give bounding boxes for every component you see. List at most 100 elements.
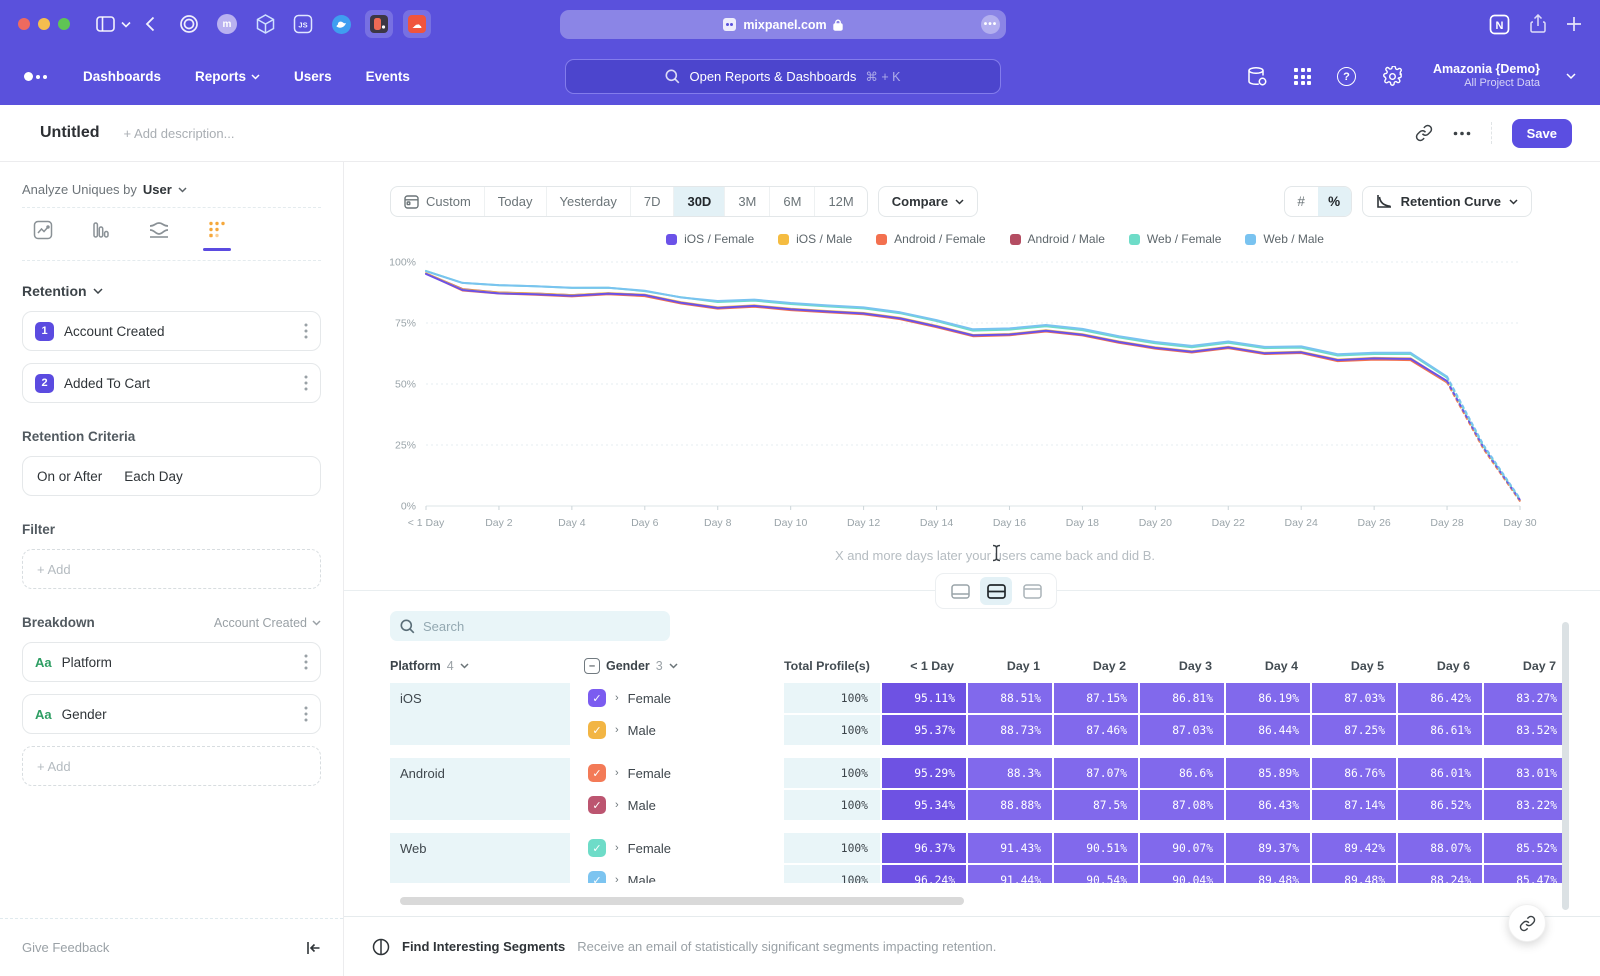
platform-cell[interactable]: Android	[390, 758, 570, 820]
retention-value-cell[interactable]: 89.48%	[1226, 865, 1310, 883]
expand-chevron-icon[interactable]: ›	[615, 692, 619, 704]
range-3m[interactable]: 3M	[724, 187, 769, 216]
back-icon[interactable]	[145, 16, 155, 32]
cloud-extension-icon[interactable]: ☁	[403, 10, 431, 38]
minimize-window-button[interactable]	[38, 18, 50, 30]
retention-value-cell[interactable]: 86.19%	[1226, 683, 1310, 713]
add-breakdown-button[interactable]: + Add	[22, 746, 321, 786]
retention-value-cell[interactable]: 90.51%	[1054, 833, 1138, 863]
legend-android-female[interactable]: Android / Female	[876, 232, 985, 246]
layout-table-only-button[interactable]	[1016, 577, 1048, 605]
kebab-menu-icon[interactable]	[304, 654, 308, 670]
legend-ios-female[interactable]: iOS / Female	[666, 232, 754, 246]
nav-users[interactable]: Users	[294, 69, 332, 84]
retention-value-cell[interactable]: 86.61%	[1398, 715, 1482, 745]
kebab-menu-icon[interactable]	[304, 323, 308, 339]
retention-value-cell[interactable]: 86.81%	[1140, 683, 1224, 713]
retention-value-cell[interactable]: 88.24%	[1398, 865, 1482, 883]
report-title[interactable]: Untitled	[40, 124, 100, 142]
retention-criteria-selector[interactable]: On or After Each Day	[22, 456, 321, 496]
help-icon[interactable]: ?	[1337, 67, 1356, 86]
retention-section-heading[interactable]: Retention	[22, 283, 87, 299]
kebab-menu-icon[interactable]	[304, 706, 308, 722]
series-checkbox[interactable]: ✓	[588, 721, 606, 739]
legend-web-male[interactable]: Web / Male	[1245, 232, 1323, 246]
legend-android-male[interactable]: Android / Male	[1010, 232, 1105, 246]
series-web-male-dash[interactable]	[1447, 377, 1520, 499]
retention-value-cell[interactable]: 87.25%	[1312, 715, 1396, 745]
column-header-total-profile-s-[interactable]: Total Profile(s)	[784, 659, 880, 673]
unit-absolute-button[interactable]: #	[1285, 187, 1318, 216]
platform-column-header[interactable]: Platform 4	[390, 659, 570, 673]
range-6m[interactable]: 6M	[769, 187, 814, 216]
range-yesterday[interactable]: Yesterday	[546, 187, 630, 216]
retention-value-cell[interactable]: 95.34%	[882, 790, 966, 820]
breakdown-gender[interactable]: Aa Gender	[22, 694, 321, 734]
unit-percent-button[interactable]: %	[1318, 187, 1351, 216]
analyze-value-dropdown[interactable]: User	[143, 182, 172, 197]
retention-value-cell[interactable]: 87.15%	[1054, 683, 1138, 713]
retention-value-cell[interactable]: 87.08%	[1140, 790, 1224, 820]
layout-chart-only-button[interactable]	[944, 577, 976, 605]
apps-grid-icon[interactable]	[1294, 68, 1311, 85]
platform-cell[interactable]: Web	[390, 833, 570, 883]
tab-retention[interactable]	[200, 220, 234, 260]
breakdown-platform[interactable]: Aa Platform	[22, 642, 321, 682]
reader-extension-icon[interactable]	[365, 10, 393, 38]
m-extension-icon[interactable]: m	[213, 10, 241, 38]
retention-value-cell[interactable]: 96.24%	[882, 865, 966, 883]
data-management-icon[interactable]	[1246, 66, 1268, 88]
find-segments-title[interactable]: Find Interesting Segments	[402, 939, 565, 954]
retention-value-cell[interactable]: 83.52%	[1484, 715, 1568, 745]
column-header-day-2[interactable]: Day 2	[1054, 659, 1138, 673]
chart-type-dropdown[interactable]: Retention Curve	[1362, 186, 1532, 217]
range-30d[interactable]: 30D	[673, 187, 724, 216]
retention-value-cell[interactable]: 88.88%	[968, 790, 1052, 820]
column-header--1-day[interactable]: < 1 Day	[882, 659, 966, 673]
retention-value-cell[interactable]: 88.3%	[968, 758, 1052, 788]
retention-value-cell[interactable]: 87.07%	[1054, 758, 1138, 788]
retention-value-cell[interactable]: 85.52%	[1484, 833, 1568, 863]
series-checkbox[interactable]: ✓	[588, 796, 606, 814]
share-link-fab[interactable]	[1508, 904, 1546, 942]
expand-chevron-icon[interactable]: ›	[615, 799, 619, 811]
expand-chevron-icon[interactable]: ›	[615, 842, 619, 854]
range-12m[interactable]: 12M	[814, 187, 866, 216]
target-extension-icon[interactable]	[175, 10, 203, 38]
retention-value-cell[interactable]: 86.42%	[1398, 683, 1482, 713]
bird-extension-icon[interactable]	[327, 10, 355, 38]
retention-value-cell[interactable]: 86.52%	[1398, 790, 1482, 820]
retention-value-cell[interactable]: 89.37%	[1226, 833, 1310, 863]
retention-value-cell[interactable]: 83.22%	[1484, 790, 1568, 820]
retention-value-cell[interactable]: 90.07%	[1140, 833, 1224, 863]
extensions-menu-button[interactable]: •••	[981, 15, 1000, 34]
cube-extension-icon[interactable]	[251, 10, 279, 38]
table-search[interactable]	[390, 611, 670, 641]
notion-tab-icon[interactable]: N	[1489, 14, 1510, 35]
retention-value-cell[interactable]: 96.37%	[882, 833, 966, 863]
range-7d[interactable]: 7D	[630, 187, 674, 216]
retention-value-cell[interactable]: 86.01%	[1398, 758, 1482, 788]
series-checkbox[interactable]: ✓	[588, 764, 606, 782]
retention-value-cell[interactable]: 87.14%	[1312, 790, 1396, 820]
retention-value-cell[interactable]: 83.27%	[1484, 683, 1568, 713]
retention-value-cell[interactable]: 86.6%	[1140, 758, 1224, 788]
retention-value-cell[interactable]: 87.03%	[1312, 683, 1396, 713]
global-search-button[interactable]: Open Reports & Dashboards ⌘ + K	[565, 59, 1001, 94]
criteria-type[interactable]: On or After	[37, 469, 102, 484]
range-today[interactable]: Today	[484, 187, 546, 216]
retention-value-cell[interactable]: 85.47%	[1484, 865, 1568, 883]
close-window-button[interactable]	[18, 18, 30, 30]
retention-value-cell[interactable]: 89.42%	[1312, 833, 1396, 863]
breakdown-applies-to-dropdown[interactable]: Account Created	[214, 616, 321, 630]
column-header-day-3[interactable]: Day 3	[1140, 659, 1224, 673]
column-header-day-6[interactable]: Day 6	[1398, 659, 1482, 673]
expand-chevron-icon[interactable]: ›	[615, 767, 619, 779]
retention-value-cell[interactable]: 87.5%	[1054, 790, 1138, 820]
tab-flows[interactable]	[142, 220, 176, 260]
tab-insights[interactable]	[26, 220, 60, 260]
retention-step-2[interactable]: 2 Added To Cart	[22, 363, 321, 403]
retention-value-cell[interactable]: 91.43%	[968, 833, 1052, 863]
layout-split-button[interactable]	[980, 577, 1012, 605]
retention-value-cell[interactable]: 86.76%	[1312, 758, 1396, 788]
